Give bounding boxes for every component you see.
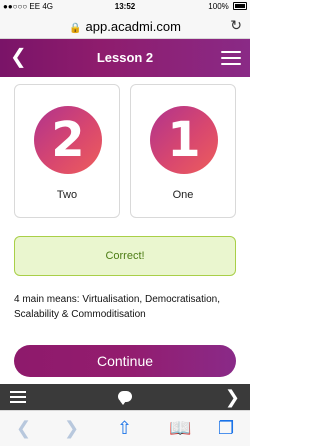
url-text: app.acadmi.com xyxy=(85,19,181,34)
card-label: Two xyxy=(56,189,78,201)
answer-card-one[interactable]: 1 One xyxy=(130,84,236,218)
lesson-toolbar: ❯ xyxy=(0,384,250,410)
number-badge: 2 xyxy=(34,106,102,174)
answer-cards: 2 Two 1 One xyxy=(14,84,236,219)
lesson-header: ❮ Lesson 2 xyxy=(0,39,250,77)
card-label: One xyxy=(172,189,194,201)
continue-button[interactable]: Continue xyxy=(14,345,236,377)
hamburger-menu-icon[interactable] xyxy=(221,51,241,69)
share-icon[interactable]: ⇧ xyxy=(117,419,132,437)
answer-card-two[interactable]: 2 Two xyxy=(14,84,120,218)
browser-toolbar: ❮ ❯ ⇧ 📖 ❐ xyxy=(0,410,250,446)
correct-feedback-box: Correct! xyxy=(14,236,236,276)
lock-icon: 🔒 xyxy=(69,23,82,34)
number-badge: 1 xyxy=(150,106,218,174)
page-title: Lesson 2 xyxy=(96,50,154,65)
reload-icon[interactable]: ↻ xyxy=(230,17,242,34)
battery-percent: 100% xyxy=(208,2,229,11)
battery-info: 100% xyxy=(208,2,247,11)
browser-back-icon[interactable]: ❮ xyxy=(16,419,31,437)
status-bar: ●●○○○ EE 4G 13:52 100% xyxy=(0,0,250,14)
chat-bubble-icon[interactable] xyxy=(118,391,132,405)
browser-forward-icon[interactable]: ❯ xyxy=(64,419,79,437)
next-chevron-icon[interactable]: ❯ xyxy=(225,387,240,407)
list-icon[interactable] xyxy=(10,391,26,406)
bookmarks-icon[interactable]: 📖 xyxy=(169,419,191,437)
browser-address-bar[interactable]: 🔒 app.acadmi.com ↻ xyxy=(0,14,250,39)
explanation-text: 4 main means: Virtualisation, Democratis… xyxy=(14,294,221,320)
tabs-icon[interactable]: ❐ xyxy=(218,419,234,437)
battery-icon xyxy=(233,2,247,10)
